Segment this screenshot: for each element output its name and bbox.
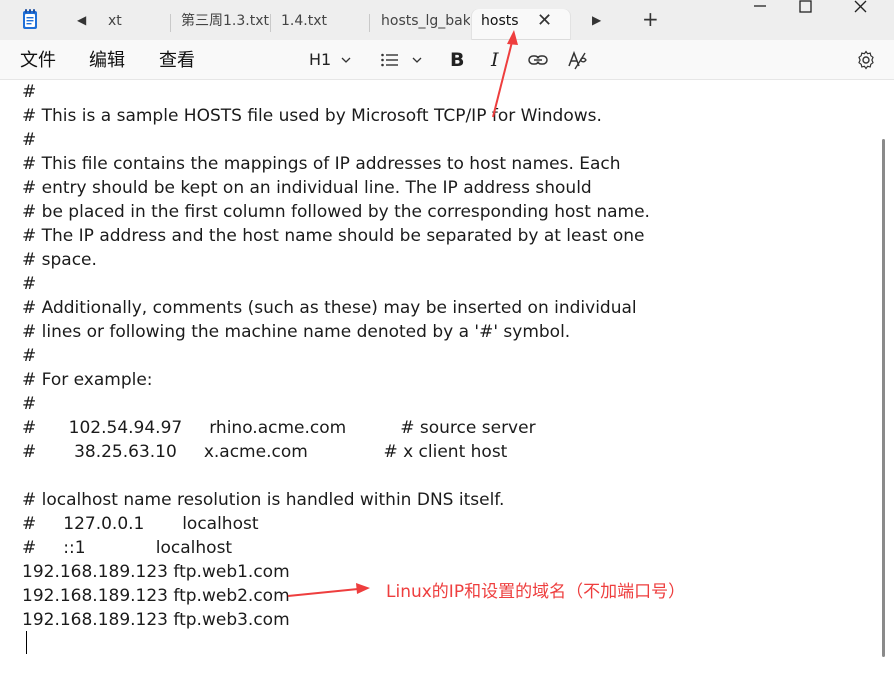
editor-line: 192.168.189.123 ftp.web1.com bbox=[22, 562, 290, 582]
editor-line: # bbox=[22, 130, 37, 150]
tab-item[interactable]: 第三周1.3.txt bbox=[172, 9, 269, 40]
chevron-down-icon bbox=[412, 57, 422, 63]
tab-divider bbox=[369, 14, 370, 32]
editor-line: # entry should be kept on an individual … bbox=[22, 178, 592, 198]
editor-line: # bbox=[22, 274, 37, 294]
tab-divider bbox=[170, 14, 171, 32]
heading-label: H1 bbox=[309, 50, 332, 69]
tab-item[interactable]: xt bbox=[99, 9, 169, 40]
editor-line: # For example: bbox=[22, 370, 153, 390]
editor-line: # bbox=[22, 394, 37, 414]
settings-gear-icon[interactable] bbox=[856, 49, 876, 71]
editor-line: # ::1 localhost bbox=[22, 538, 233, 558]
link-icon[interactable] bbox=[528, 49, 548, 71]
chevron-down-icon bbox=[341, 57, 351, 63]
tab-label: hosts_lg_bak bbox=[381, 13, 470, 29]
editor-line: # This is a sample HOSTS file used by Mi… bbox=[22, 106, 602, 126]
heading-dropdown[interactable]: H1 bbox=[309, 49, 354, 71]
tab-item[interactable]: hosts_lg_bak bbox=[372, 9, 470, 40]
editor-line: # Additionally, comments (such as these)… bbox=[22, 298, 637, 318]
tab-label: hosts bbox=[481, 13, 519, 29]
bold-button[interactable]: B bbox=[450, 49, 464, 71]
vertical-scrollbar[interactable] bbox=[882, 139, 885, 657]
tab-label: 1.4.txt bbox=[281, 13, 327, 29]
italic-button[interactable]: I bbox=[491, 49, 499, 71]
editor-line: # lines or following the machine name de… bbox=[22, 322, 571, 342]
editor-line: # The IP address and the host name shoul… bbox=[22, 226, 645, 246]
editor-line: 192.168.189.123 ftp.web3.com bbox=[22, 610, 290, 630]
editor-line: # 127.0.0.1 localhost bbox=[22, 514, 259, 534]
tab-label: xt bbox=[108, 13, 122, 29]
menu-file[interactable]: 文件 bbox=[20, 50, 56, 72]
close-window-icon[interactable] bbox=[840, 0, 880, 14]
tab-divider bbox=[270, 14, 271, 32]
maximize-icon[interactable] bbox=[786, 0, 826, 14]
text-cursor bbox=[26, 631, 27, 654]
tab-item[interactable]: 1.4.txt bbox=[272, 9, 368, 40]
tab-label: 第三周1.3.txt bbox=[181, 13, 269, 29]
editor-line: # be placed in the first column followed… bbox=[22, 202, 650, 222]
close-tab-icon[interactable]: ✕ bbox=[537, 11, 552, 31]
new-tab-button[interactable]: + bbox=[642, 8, 659, 30]
editor-line: # space. bbox=[22, 250, 97, 270]
editor-line: # localhost name resolution is handled w… bbox=[22, 490, 505, 510]
menu-view[interactable]: 查看 bbox=[159, 50, 195, 72]
bulleted-list-icon bbox=[381, 53, 398, 67]
editor-line: # This file contains the mappings of IP … bbox=[22, 154, 621, 174]
annotation-label: Linux的IP和设置的域名（不加端口号） bbox=[386, 582, 686, 602]
tab-hosts-active[interactable]: hosts ✕ bbox=[472, 9, 570, 40]
editor-line: # bbox=[22, 346, 37, 366]
clear-formatting-icon[interactable] bbox=[567, 49, 589, 71]
editor-line: # 38.25.63.10 x.acme.com # x client host bbox=[22, 442, 508, 462]
minimize-icon[interactable] bbox=[740, 0, 780, 14]
list-dropdown[interactable] bbox=[380, 49, 425, 71]
editor-line: # bbox=[22, 82, 37, 102]
scroll-tabs-left-icon[interactable]: ◀ bbox=[77, 13, 86, 27]
menu-toolbar: 文件 编辑 查看 H1 B I bbox=[0, 40, 894, 80]
menu-edit[interactable]: 编辑 bbox=[89, 50, 125, 72]
scroll-tabs-right-icon[interactable]: ▶ bbox=[592, 13, 601, 27]
text-editor[interactable]: # # This is a sample HOSTS file used by … bbox=[0, 80, 894, 683]
tab-bar: ◀ xt 第三周1.3.txt 1.4.txt hosts_lg_bak hos… bbox=[0, 0, 894, 40]
editor-line: 192.168.189.123 ftp.web2.com bbox=[22, 586, 290, 606]
editor-line: # 102.54.94.97 rhino.acme.com # source s… bbox=[22, 418, 536, 438]
notepad-app-icon bbox=[23, 9, 37, 29]
